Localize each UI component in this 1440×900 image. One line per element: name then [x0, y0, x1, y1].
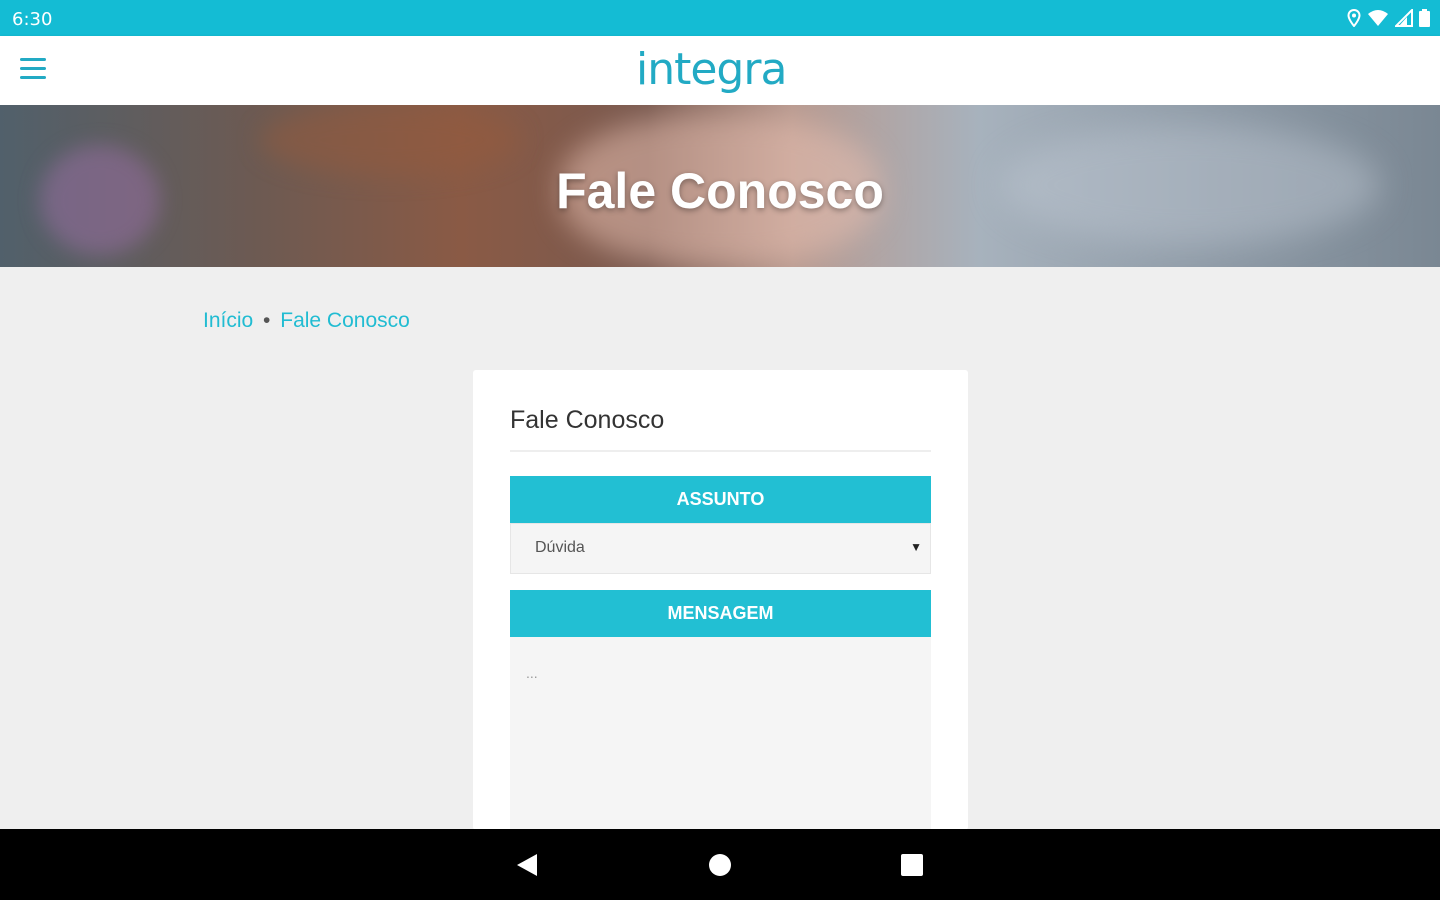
home-icon[interactable]: [706, 851, 734, 879]
message-header: MENSAGEM: [510, 590, 931, 637]
app-bar: integra: [0, 36, 1440, 105]
signal-icon: [1395, 9, 1413, 27]
back-icon[interactable]: [513, 851, 541, 879]
breadcrumb-current[interactable]: Fale Conosco: [280, 309, 410, 332]
dropdown-arrow-icon: ▼: [910, 540, 922, 554]
navigation-bar: [0, 829, 1440, 900]
integra-logo: integra: [636, 44, 787, 95]
status-bar: 6:30: [0, 0, 1440, 36]
breadcrumb-home-link[interactable]: Início: [203, 309, 253, 332]
subject-select[interactable]: Dúvida ▼: [510, 523, 931, 574]
contact-form-card: Fale Conosco ASSUNTO Dúvida ▼ MENSAGEM .…: [473, 370, 968, 830]
status-time: 6:30: [12, 9, 53, 30]
hero-title: Fale Conosco: [556, 163, 884, 219]
battery-icon: [1419, 9, 1430, 27]
status-icons: [1347, 8, 1430, 28]
logo-text: integra: [636, 44, 786, 95]
recent-apps-icon[interactable]: [898, 851, 926, 879]
message-placeholder: ...: [526, 665, 538, 681]
subject-header: ASSUNTO: [510, 476, 931, 523]
breadcrumb-separator: •: [263, 309, 271, 332]
hamburger-menu-icon[interactable]: [20, 58, 48, 84]
breadcrumb: Início • Fale Conosco: [203, 309, 410, 333]
form-title: Fale Conosco: [510, 406, 665, 434]
location-icon: [1347, 9, 1361, 27]
subject-select-value: Dúvida: [535, 539, 585, 556]
wifi-icon: [1368, 10, 1388, 26]
divider: [510, 450, 931, 452]
message-textarea[interactable]: ...: [510, 637, 931, 830]
